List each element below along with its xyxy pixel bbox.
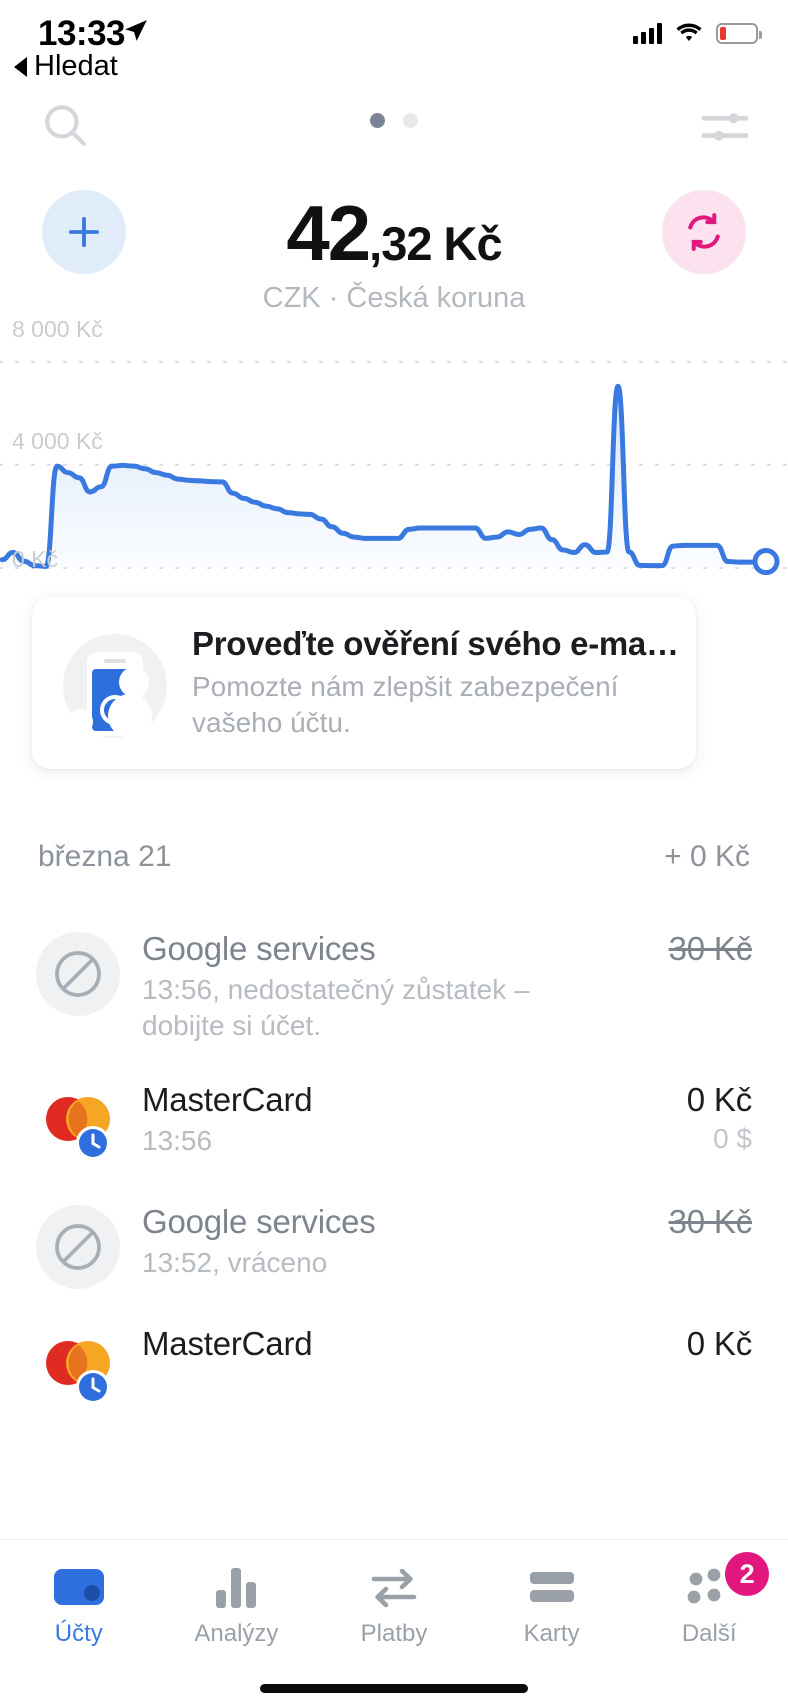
top-toolbar (0, 96, 788, 158)
transaction-amount-group: 0 Kč (612, 1325, 752, 1363)
date-label: března 21 (38, 840, 172, 873)
search-icon[interactable] (40, 100, 90, 155)
transaction-title: Google services (142, 930, 376, 967)
tab-badge: 2 (725, 1552, 770, 1596)
transaction-amount-group: 30 Kč (612, 1202, 753, 1241)
mastercard-pending-icon (46, 1340, 110, 1404)
chart-svg (0, 360, 788, 576)
transaction-subtitle: 13:56, nedostatečný zůstatek – dobijte s… (142, 973, 530, 1042)
tab-label: Platby (360, 1620, 428, 1647)
mastercard-pending-icon (46, 1096, 110, 1160)
chart-ytick-mid: 4 000 Kč (12, 428, 103, 454)
balance-chart[interactable]: 8 000 Kč 4 000 Kč 0 Kč (0, 316, 788, 586)
transaction-body: Google services 13:52, vráceno (142, 1203, 612, 1281)
battery-low-icon (716, 22, 762, 44)
phone-person-verify-icon (56, 624, 174, 742)
transactions-date-header: března 21 + 0 Kč (0, 833, 788, 881)
cellular-signal-icon (633, 22, 662, 44)
mastercard-pending-icon (36, 1327, 120, 1411)
back-label: Hledat (34, 50, 118, 82)
page-dot-1[interactable] (370, 113, 385, 128)
wallet-icon (0, 1562, 158, 1612)
email-verification-card[interactable]: Proveďte ověření svého e-ma… Pomozte nám… (32, 597, 696, 769)
back-triangle-icon (14, 56, 27, 77)
transaction-amount-group: 0 Kč 0 $ (612, 1081, 752, 1155)
transaction-title: MasterCard (142, 1080, 313, 1118)
tab-platby[interactable]: Platby (315, 1562, 473, 1648)
currency-subtitle: CZK · Česká koruna (262, 282, 526, 314)
declined-circle-slash-icon (36, 1204, 120, 1289)
transaction-list: Google services 13:56, nedostatečný zůsta… (0, 912, 788, 1429)
back-to-search-link[interactable]: Hledat (14, 50, 118, 83)
tab-karty[interactable]: Karty (473, 1562, 631, 1648)
balance-header: 42,32 Kč CZK · Česká koruna (0, 189, 788, 314)
transaction-body: MasterCard 13:56 (142, 1081, 612, 1159)
transaction-amount: 30 Kč (668, 930, 753, 967)
bottom-tab-bar: Účty Analýzy Platby Karty Další 2 (0, 1539, 788, 1707)
transaction-body: Google services 13:56, nedostatečný zůsta… (142, 930, 612, 1045)
transaction-subtitle: 13:52, vráceno (142, 1246, 328, 1278)
declined-circle-slash-icon (36, 1204, 120, 1289)
transaction-row[interactable]: MasterCard 0 Kč (0, 1307, 788, 1429)
tab-ty[interactable]: Účty (0, 1562, 158, 1648)
transaction-amount: 0 Kč (686, 1080, 752, 1118)
page-dot-2[interactable] (403, 113, 418, 128)
balance-integer: 42 (286, 189, 371, 277)
chart-ytick-bottom: 0 Kč (12, 546, 59, 572)
transaction-amount: 0 Kč (686, 1324, 752, 1362)
list-fade-overlay (0, 1513, 788, 1539)
transaction-body: MasterCard (142, 1325, 612, 1363)
transaction-amount-group: 30 Kč (612, 930, 753, 968)
transaction-row[interactable]: MasterCard 13:56 0 Kč 0 $ (0, 1063, 788, 1185)
refresh-exchange-icon (688, 213, 720, 251)
transaction-subtitle: 13:56 (142, 1124, 213, 1156)
status-indicators (633, 22, 762, 44)
credit-card-icon (473, 1562, 631, 1612)
tab-label: Účty (54, 1620, 103, 1647)
tab-label: Karty (523, 1620, 580, 1647)
home-indicator (260, 1684, 528, 1693)
bar-chart-icon (158, 1562, 316, 1612)
tab-dal[interactable]: Další 2 (630, 1552, 788, 1648)
transaction-title: MasterCard (142, 1324, 313, 1362)
transaction-row[interactable]: Google services 13:52, vráceno 30 Kč (0, 1185, 788, 1307)
sliders-icon[interactable] (700, 104, 750, 153)
app-screen: 13:33 Hledat 42,32 Kč CZK · Česká koruna… (0, 0, 788, 1707)
tab-analzy[interactable]: Analýzy (158, 1562, 316, 1648)
page-indicator-dots (370, 113, 418, 128)
transaction-amount: 30 Kč (668, 1202, 753, 1240)
promo-title: Proveďte ověření svého e-ma… (192, 625, 679, 663)
transaction-row[interactable]: Google services 13:56, nedostatečný zůsta… (0, 912, 788, 1063)
wifi-icon (676, 23, 702, 41)
mastercard-pending-icon (36, 1083, 120, 1167)
tab-label: Analýzy (194, 1620, 279, 1647)
declined-circle-slash-icon (36, 932, 120, 1016)
status-bar: 13:33 (0, 0, 788, 66)
tab-label: Další (681, 1620, 737, 1647)
exchange-button[interactable] (662, 190, 746, 274)
transaction-title: Google services (142, 1202, 376, 1240)
promo-subtitle: Pomozte nám zlepšit zabezpečení vašeho ú… (192, 671, 619, 738)
status-time: 13:33 (38, 14, 126, 53)
location-arrow-icon (123, 18, 149, 49)
chart-end-marker (752, 548, 780, 576)
transfer-arrows-icon (315, 1562, 473, 1612)
date-total: + 0 Kč (664, 840, 750, 873)
transaction-amount-secondary: 0 $ (713, 1122, 752, 1154)
balance-fraction: ,32 Kč (369, 217, 502, 270)
chart-ytick-top: 8 000 Kč (12, 316, 103, 342)
declined-circle-slash-icon (36, 932, 120, 1016)
